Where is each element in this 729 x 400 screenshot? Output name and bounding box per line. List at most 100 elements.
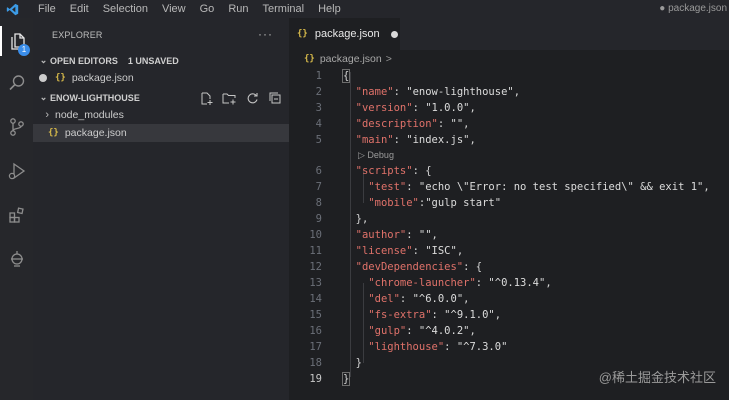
line-number: 9 <box>315 213 322 225</box>
json-key: "del" <box>368 293 400 305</box>
code-line: 2 "name": "enow-lighthouse", <box>289 84 729 100</box>
tree-item-node-modules[interactable]: › node_modules <box>33 106 289 124</box>
code-line: 15 "fs-extra": "^9.1.0", <box>289 307 729 323</box>
menu-go[interactable]: Go <box>193 3 222 15</box>
new-file-icon[interactable] <box>198 91 214 105</box>
window-title: ● package.json <box>659 3 727 14</box>
brace: { <box>341 69 351 83</box>
line-number: 11 <box>309 245 322 257</box>
json-file-icon: {} <box>304 54 315 64</box>
json-key: "devDependencies" <box>355 261 464 273</box>
code-line: 1{ <box>289 68 729 84</box>
explorer-toolbar <box>198 91 283 105</box>
run-debug-icon[interactable] <box>0 156 33 186</box>
extensions-icon[interactable] <box>0 200 33 230</box>
json-value: "^6.0.0" <box>412 293 464 305</box>
line-number: 4 <box>315 118 322 130</box>
tree-item-package-json[interactable]: {} package.json <box>33 124 289 142</box>
open-editors-section[interactable]: ⌄ OPEN EDITORS 1 UNSAVED <box>33 52 289 69</box>
chevron-right-icon: › <box>45 109 49 121</box>
line-number: 10 <box>309 229 322 241</box>
chevron-down-icon: ⌄ <box>39 55 48 65</box>
code-line: 9 }, <box>289 211 729 227</box>
menu-bar: File Edit Selection View Go Run Terminal… <box>31 3 348 15</box>
json-value: "gulp start" <box>425 197 502 209</box>
code-line: 10 "author": "", <box>289 227 729 243</box>
open-editors-label: OPEN EDITORS <box>50 55 118 66</box>
line-number: 6 <box>315 165 322 177</box>
line-number: 2 <box>315 86 322 98</box>
search-icon[interactable] <box>0 68 33 98</box>
debug-codelens-label[interactable]: ▷ Debug <box>358 148 394 163</box>
code-line: 17 "lighthouse": "^7.3.0" <box>289 339 729 355</box>
line-number: 13 <box>309 277 322 289</box>
code-line: 11 "license": "ISC", <box>289 243 729 259</box>
json-file-icon: {} <box>48 128 59 138</box>
menu-edit[interactable]: Edit <box>63 3 96 15</box>
menu-file[interactable]: File <box>31 3 63 15</box>
folder-name: node_modules <box>55 109 124 121</box>
code-line: 3 "version": "1.0.0", <box>289 100 729 116</box>
line-number: 5 <box>315 134 322 146</box>
refresh-icon[interactable] <box>244 91 260 105</box>
json-key: "description" <box>355 118 438 130</box>
json-value: "^9.1.0" <box>444 309 495 321</box>
code-line: 5 "main": "index.js", <box>289 132 729 148</box>
brace: }, <box>355 213 369 225</box>
json-key: "scripts" <box>355 165 413 177</box>
source-control-icon[interactable] <box>0 112 33 142</box>
unsaved-dot-icon[interactable] <box>390 30 398 38</box>
json-value: "1.0.0" <box>425 102 470 114</box>
menu-run[interactable]: Run <box>221 3 255 15</box>
json-value: "^7.3.0" <box>456 341 508 353</box>
menu-selection[interactable]: Selection <box>96 3 155 15</box>
code-editor[interactable]: 1{ 2 "name": "enow-lighthouse", 3 "versi… <box>289 68 729 387</box>
breadcrumb: {} package.json > <box>289 50 729 68</box>
line-number: 12 <box>309 261 322 273</box>
remote-explorer-icon[interactable] <box>0 244 33 274</box>
json-file-icon: {} <box>297 29 308 39</box>
line-number: 8 <box>315 197 322 209</box>
editor-area: {} package.json {} package.json > 1{ 2 "… <box>289 18 729 400</box>
code-line: 14 "del": "^6.0.0", <box>289 291 729 307</box>
json-key: "mobile" <box>368 197 419 209</box>
json-value: "enow-lighthouse" <box>406 86 514 98</box>
debug-codelens[interactable]: ▷ Debug <box>289 148 729 163</box>
menu-terminal[interactable]: Terminal <box>256 3 312 15</box>
line-number: 7 <box>315 181 322 193</box>
collapse-all-icon[interactable] <box>267 91 283 105</box>
workspace-section[interactable]: ⌄ ENOW-LIGHTHOUSE <box>33 89 289 106</box>
line-number: 15 <box>309 309 322 321</box>
open-editor-item[interactable]: {} package.json <box>33 69 289 87</box>
new-folder-icon[interactable] <box>221 91 237 105</box>
menu-help[interactable]: Help <box>311 3 348 15</box>
json-file-icon: {} <box>55 73 66 83</box>
json-key: "author" <box>355 229 407 241</box>
file-name: package.json <box>64 127 127 139</box>
unsaved-badge: 1 <box>18 44 30 56</box>
code-line: 12 "devDependencies": { <box>289 259 729 275</box>
json-key: "fs-extra" <box>368 309 432 321</box>
watermark: @稀土掘金技术社区 <box>598 370 716 385</box>
line-number: 1 <box>315 70 322 82</box>
json-key: "test" <box>368 181 407 193</box>
menu-view[interactable]: View <box>155 3 193 15</box>
unsaved-dot-icon[interactable] <box>33 74 52 82</box>
explorer-header: EXPLORER <box>52 30 103 40</box>
explorer-icon[interactable]: 1 <box>0 26 33 56</box>
breadcrumb-file[interactable]: package.json <box>320 53 382 65</box>
json-key: "main" <box>355 134 394 146</box>
json-key: "version" <box>355 102 413 114</box>
unsaved-count: 1 UNSAVED <box>127 55 179 66</box>
code-line: 8 "mobile":"gulp start" <box>289 195 729 211</box>
json-value: "ISC" <box>425 245 457 257</box>
tab-package-json[interactable]: {} package.json <box>289 18 400 50</box>
line-number: 18 <box>309 357 322 369</box>
chevron-down-icon: ⌄ <box>39 92 48 102</box>
line-number: 14 <box>309 293 322 305</box>
code-line: 16 "gulp": "^4.0.2", <box>289 323 729 339</box>
explorer-sidebar: EXPLORER ··· ⌄ OPEN EDITORS 1 UNSAVED {}… <box>33 18 289 400</box>
brace: } <box>355 357 362 369</box>
more-actions-button[interactable]: ··· <box>258 27 273 41</box>
json-key: "lighthouse" <box>368 341 445 353</box>
